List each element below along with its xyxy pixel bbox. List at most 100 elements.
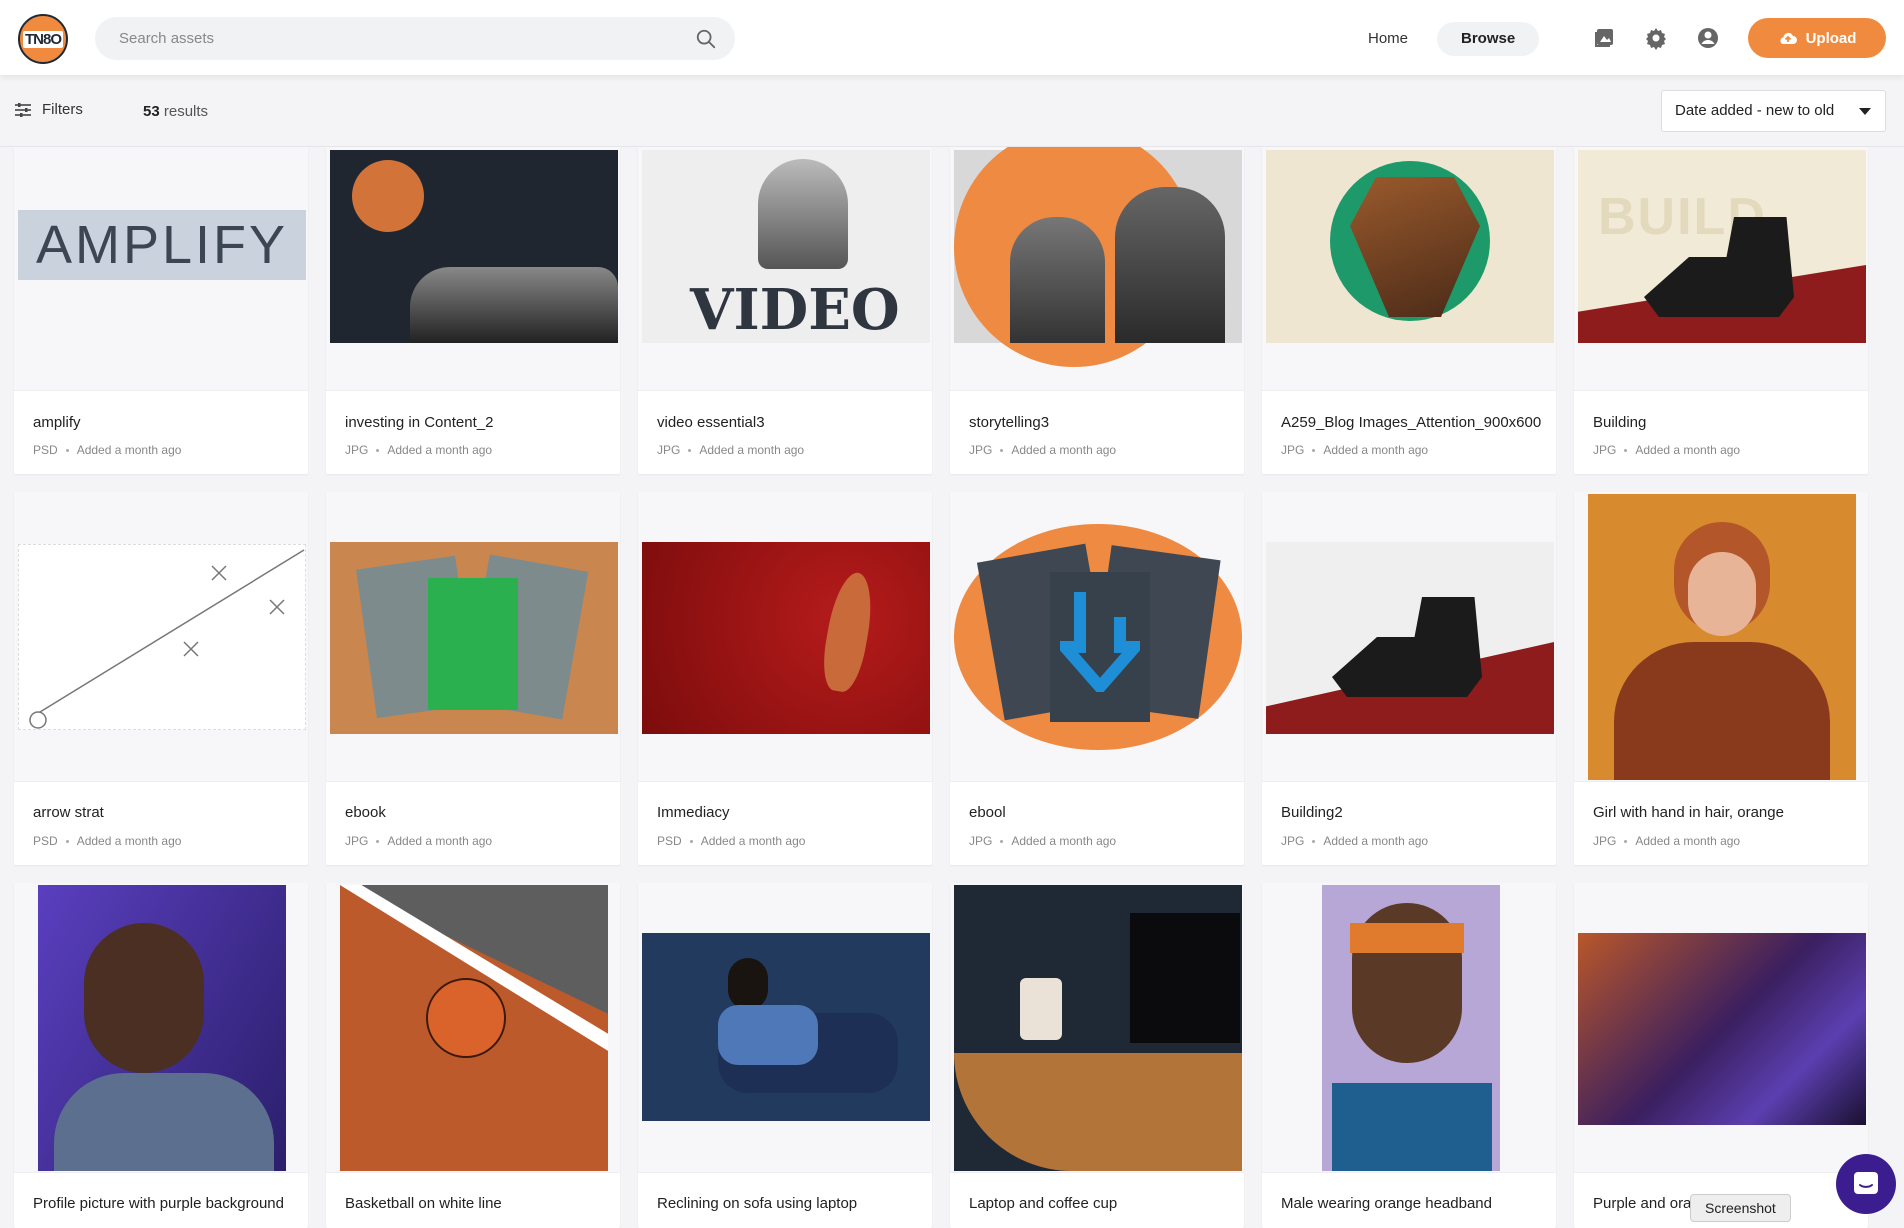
- asset-thumbnail: [1574, 492, 1868, 782]
- asset-card[interactable]: Profile picture with purple background: [14, 883, 308, 1228]
- asset-title: Girl with hand in hair, orange: [1593, 804, 1784, 821]
- asset-card[interactable]: Girl with hand in hair, orange JPG Added …: [1574, 492, 1868, 865]
- asset-title: Building: [1593, 414, 1647, 431]
- asset-added: Added a month ago: [1011, 834, 1117, 848]
- results-count: 53: [143, 103, 160, 120]
- filters-button[interactable]: Filters: [14, 101, 83, 118]
- images-icon[interactable]: [1592, 26, 1616, 50]
- asset-meta: PSD Added a month ago: [33, 443, 181, 457]
- asset-card[interactable]: investing in Content_2 JPG Added a month …: [326, 147, 620, 474]
- asset-title: investing in Content_2: [345, 414, 494, 431]
- asset-title: Basketball on white line: [345, 1195, 502, 1212]
- asset-thumbnail: [1262, 492, 1556, 782]
- asset-meta: PSD Added a month ago: [33, 834, 181, 848]
- asset-card[interactable]: Male wearing orange headband: [1262, 883, 1556, 1228]
- asset-type: JPG: [1593, 443, 1617, 457]
- caret-down-icon: [1859, 108, 1871, 115]
- gear-icon[interactable]: [1644, 26, 1668, 50]
- asset-meta: JPG Added a month ago: [1281, 443, 1428, 457]
- asset-meta: JPG Added a month ago: [345, 834, 492, 848]
- asset-title: Male wearing orange headband: [1281, 1195, 1492, 1212]
- asset-title: Immediacy: [657, 804, 730, 821]
- asset-type: JPG: [345, 443, 369, 457]
- asset-added: Added a month ago: [1323, 834, 1429, 848]
- arrow-strategy-graphic: [29, 549, 305, 729]
- dot-separator: [1000, 839, 1004, 843]
- image-fill: [1578, 933, 1866, 1125]
- asset-card[interactable]: ebook JPG Added a month ago: [326, 492, 620, 865]
- asset-added: Added a month ago: [387, 834, 493, 848]
- asset-thumbnail: [1262, 883, 1556, 1173]
- logo-text: TN8O: [22, 30, 63, 48]
- camera-person-graphic: [758, 159, 848, 269]
- search-bar[interactable]: [95, 17, 735, 60]
- dot-separator: [376, 839, 380, 843]
- asset-meta: JPG Added a month ago: [657, 443, 804, 457]
- asset-card[interactable]: VIDEO video essential3 JPG Added a month …: [638, 147, 932, 474]
- asset-card[interactable]: AMPLIFY amplify PSD Added a month ago: [14, 147, 308, 474]
- asset-card[interactable]: Reclining on sofa using laptop: [638, 883, 932, 1228]
- asset-title: Reclining on sofa using laptop: [657, 1195, 858, 1212]
- asset-card[interactable]: Building2 JPG Added a month ago: [1262, 492, 1556, 865]
- head-graphic: [728, 958, 768, 1010]
- asset-thumbnail: [950, 883, 1244, 1173]
- asset-card[interactable]: Basketball on white line: [326, 883, 620, 1228]
- asset-added: Added a month ago: [76, 834, 182, 848]
- dot-separator: [65, 448, 69, 452]
- asset-type: JPG: [969, 834, 993, 848]
- dot-separator: [1312, 839, 1316, 843]
- asset-added: Added a month ago: [699, 443, 805, 457]
- asset-thumbnail: [950, 147, 1244, 391]
- asset-card[interactable]: ebool JPG Added a month ago: [950, 492, 1244, 865]
- laptop-graphic: [1130, 913, 1240, 1043]
- asset-card[interactable]: A259_Blog Images_Attention_900x600 JPG Ad…: [1262, 147, 1556, 474]
- asset-card[interactable]: BUILD Building JPG Added a month ago: [1574, 147, 1868, 474]
- asset-title: amplify: [33, 414, 81, 431]
- asset-thumbnail: [638, 883, 932, 1173]
- screenshot-tooltip: Screenshot: [1690, 1194, 1791, 1222]
- asset-title: Purple and ora: [1593, 1195, 1692, 1212]
- asset-thumbnail: [14, 883, 308, 1173]
- asset-title: video essential3: [657, 414, 765, 431]
- asset-card[interactable]: Immediacy PSD Added a month ago: [638, 492, 932, 865]
- asset-thumbnail: [14, 492, 308, 782]
- asset-card[interactable]: arrow strat PSD Added a month ago: [14, 492, 308, 865]
- search-icon[interactable]: [695, 28, 717, 50]
- asset-added: Added a month ago: [700, 834, 806, 848]
- download-page-graphic: [428, 578, 518, 710]
- filters-label: Filters: [42, 101, 83, 118]
- headband-graphic: [1350, 923, 1464, 953]
- search-input[interactable]: [119, 17, 679, 60]
- cloud-upload-icon: [1780, 32, 1797, 44]
- coffee-cup-graphic: [1020, 978, 1062, 1040]
- nav-browse[interactable]: Browse: [1437, 22, 1540, 56]
- person-graphic: [718, 1005, 818, 1065]
- brand-logo[interactable]: TN8O: [18, 14, 68, 64]
- asset-card[interactable]: Laptop and coffee cup: [950, 883, 1244, 1228]
- upload-button[interactable]: Upload: [1748, 18, 1886, 58]
- asset-thumbnail: AMPLIFY: [14, 147, 308, 391]
- results-summary: 53 results: [143, 103, 208, 120]
- asset-type: JPG: [1281, 834, 1305, 848]
- asset-card[interactable]: Purple and ora: [1574, 883, 1868, 1228]
- asset-thumbnail: [326, 147, 620, 391]
- sort-select[interactable]: Date added - new to old: [1661, 90, 1886, 132]
- dot-separator: [1312, 448, 1316, 452]
- asset-title: storytelling3: [969, 414, 1050, 431]
- asset-added: Added a month ago: [1635, 443, 1741, 457]
- head-graphic: [84, 923, 204, 1073]
- asset-thumbnail: [950, 492, 1244, 782]
- asset-type: JPG: [657, 443, 681, 457]
- asset-type: PSD: [33, 443, 58, 457]
- download-arrow-icon: [1060, 592, 1140, 692]
- dot-separator: [376, 448, 380, 452]
- face-graphic: [1688, 552, 1756, 636]
- asset-added: Added a month ago: [1635, 834, 1741, 848]
- chat-launcher-button[interactable]: [1836, 1154, 1896, 1214]
- asset-thumbnail: [326, 883, 620, 1173]
- nav-home[interactable]: Home: [1348, 22, 1428, 56]
- asset-thumbnail: [638, 492, 932, 782]
- account-icon[interactable]: [1696, 26, 1720, 50]
- asset-card[interactable]: storytelling3 JPG Added a month ago: [950, 147, 1244, 474]
- shirt-graphic: [1614, 642, 1830, 780]
